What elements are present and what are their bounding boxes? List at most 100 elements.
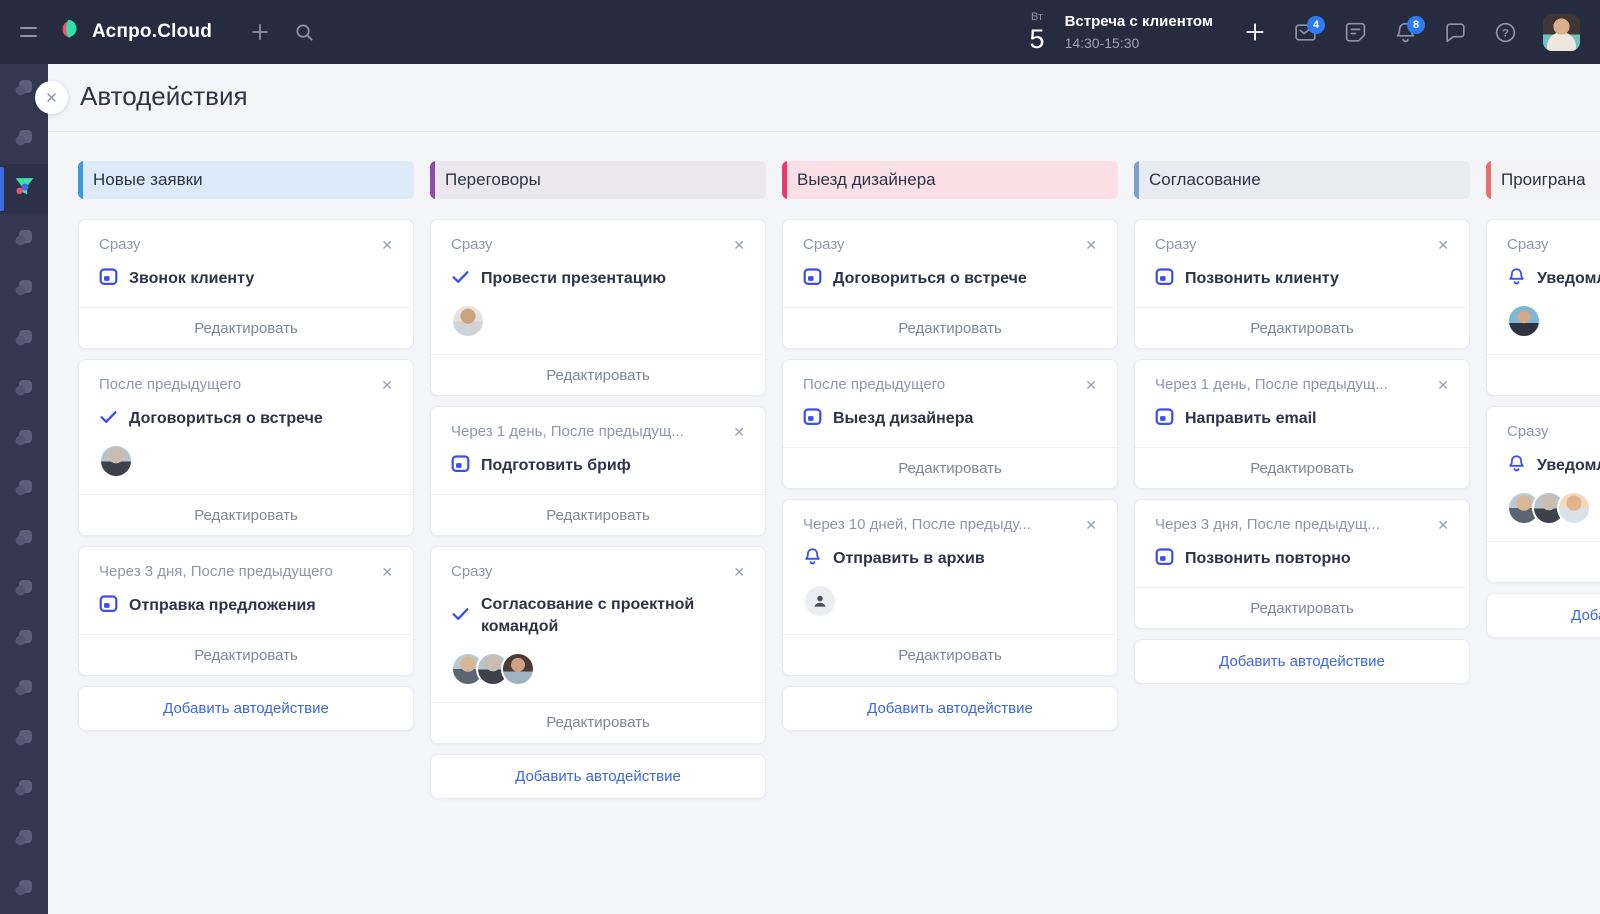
column-header[interactable]: Переговоры xyxy=(430,161,766,199)
brand-name: Аспро.Cloud xyxy=(92,21,212,43)
card-action-text: Звонок клиенту xyxy=(129,268,254,290)
dashboard-icon xyxy=(12,75,36,104)
edit-button[interactable]: Редактировать xyxy=(783,447,1117,488)
edit-button[interactable]: Редактировать xyxy=(1487,541,1600,582)
card-body: Через 3 дня, После предыдущего✕Отправка … xyxy=(79,547,413,634)
card-action-text: Позвонить клиенту xyxy=(1185,268,1339,290)
calendar-weekday: Вт xyxy=(1030,12,1045,23)
chat-icon[interactable] xyxy=(1433,10,1477,54)
card-body: Через 10 дней, После предыду...✕Отправит… xyxy=(783,500,1117,634)
projects-icon xyxy=(12,125,36,154)
column-title: Согласование xyxy=(1149,170,1261,190)
card-close-icon[interactable]: ✕ xyxy=(1077,376,1097,394)
card-close-icon[interactable]: ✕ xyxy=(725,563,745,581)
sidebar-item-links[interactable] xyxy=(0,314,48,364)
mail-icon[interactable]: 4 xyxy=(1283,10,1327,54)
sidebar-item-switches[interactable] xyxy=(0,564,48,614)
sidebar-item-documents[interactable] xyxy=(0,614,48,664)
autoaction-card: Через 3 дня, После предыдущего✕Отправка … xyxy=(78,546,414,676)
upcoming-event[interactable]: Встреча с клиентом 14:30-15:30 xyxy=(1065,13,1213,51)
card-assignees xyxy=(1507,491,1600,525)
edit-button[interactable]: Редактировать xyxy=(79,494,413,535)
sidebar-item-inbox[interactable] xyxy=(0,714,48,764)
add-autoaction-button[interactable]: Добавить автодействие xyxy=(782,686,1118,731)
edit-button[interactable]: Редактировать xyxy=(79,307,413,348)
menu-icon[interactable] xyxy=(0,27,56,37)
bell-icon[interactable]: 8 xyxy=(1383,10,1427,54)
sidebar-item-crm-funnel[interactable] xyxy=(0,164,48,214)
sidebar-item-tags[interactable] xyxy=(0,364,48,414)
card-close-icon[interactable]: ✕ xyxy=(373,376,393,394)
notes-icon[interactable] xyxy=(1333,10,1377,54)
card-close-icon[interactable]: ✕ xyxy=(1429,376,1449,394)
documents-icon xyxy=(12,625,36,654)
add-autoaction-button[interactable]: Добавить автодействие xyxy=(1486,593,1600,638)
sidebar-item-contacts[interactable] xyxy=(0,264,48,314)
person-icon xyxy=(12,675,36,704)
edit-button[interactable]: Редактировать xyxy=(431,494,765,535)
card-action-text: Договориться о встрече xyxy=(833,268,1027,290)
column-title: Переговоры xyxy=(445,170,541,190)
search-icon[interactable] xyxy=(282,10,326,54)
sidebar-item-share[interactable] xyxy=(0,514,48,564)
column-header[interactable]: Выезд дизайнера xyxy=(782,161,1118,199)
autoaction-card: Сразу✕Уведомление командеРедактировать xyxy=(1486,406,1600,583)
column-cards: Сразу✕Договориться о встречеРедактироват… xyxy=(782,219,1118,731)
add-autoaction-button[interactable]: Добавить автодействие xyxy=(430,754,766,799)
sidebar-item-projects[interactable] xyxy=(0,114,48,164)
bell-icon xyxy=(1507,454,1526,478)
calendar-icon xyxy=(803,407,822,431)
add-event-plus-icon[interactable] xyxy=(1233,10,1277,54)
card-close-icon[interactable]: ✕ xyxy=(725,236,745,254)
help-icon[interactable]: ? xyxy=(1483,10,1527,54)
assignee-avatar[interactable] xyxy=(451,304,485,338)
close-icon[interactable]: ✕ xyxy=(35,81,68,114)
assignee-avatar[interactable] xyxy=(1507,304,1541,338)
brand-logo[interactable]: Аспро.Cloud xyxy=(56,16,212,48)
column-header[interactable]: Согласование xyxy=(1134,161,1470,199)
card-close-icon[interactable]: ✕ xyxy=(1077,516,1097,534)
card-body: После предыдущего✕Договориться о встрече xyxy=(79,360,413,494)
edit-button[interactable]: Редактировать xyxy=(1135,307,1469,348)
add-autoaction-button[interactable]: Добавить автодействие xyxy=(78,686,414,731)
column-header[interactable]: Новые заявки xyxy=(78,161,414,199)
unassigned-avatar[interactable] xyxy=(803,584,837,618)
sidebar-item-team[interactable] xyxy=(0,414,48,464)
assignee-avatar[interactable] xyxy=(1557,491,1591,525)
edit-button[interactable]: Редактировать xyxy=(1135,587,1469,628)
switches-icon xyxy=(12,575,36,604)
user-avatar[interactable] xyxy=(1543,14,1580,51)
card-close-icon[interactable]: ✕ xyxy=(373,563,393,581)
timer-icon xyxy=(12,775,36,804)
card-action-text: Согласование с проектной командой xyxy=(481,594,745,639)
calendar-icon xyxy=(451,454,470,478)
column-header[interactable]: Проиграна xyxy=(1486,161,1600,199)
assignee-avatar[interactable] xyxy=(99,444,133,478)
card-body: Сразу✕Звонок клиенту xyxy=(79,220,413,307)
edit-button[interactable]: Редактировать xyxy=(431,354,765,395)
edit-button[interactable]: Редактировать xyxy=(79,634,413,675)
edit-button[interactable]: Редактировать xyxy=(431,702,765,743)
sidebar-item-messenger[interactable] xyxy=(0,214,48,264)
sidebar-item-docs[interactable] xyxy=(0,464,48,514)
calendar-icon xyxy=(99,267,118,291)
card-close-icon[interactable]: ✕ xyxy=(1429,236,1449,254)
edit-button[interactable]: Редактировать xyxy=(783,307,1117,348)
sidebar-item-education[interactable] xyxy=(0,814,48,864)
card-close-icon[interactable]: ✕ xyxy=(1077,236,1097,254)
create-plus-icon[interactable] xyxy=(238,10,282,54)
sidebar-item-person[interactable] xyxy=(0,664,48,714)
card-close-icon[interactable]: ✕ xyxy=(373,236,393,254)
card-trigger-label: Сразу xyxy=(1155,236,1429,253)
edit-button[interactable]: Редактировать xyxy=(1135,447,1469,488)
card-close-icon[interactable]: ✕ xyxy=(725,423,745,441)
card-body: Сразу✕ Позвонить клиенту xyxy=(1135,220,1469,307)
assignee-avatar[interactable] xyxy=(501,652,535,686)
add-autoaction-button[interactable]: Добавить автодействие xyxy=(1134,639,1470,684)
calendar-date[interactable]: Вт 5 xyxy=(1030,12,1045,53)
card-close-icon[interactable]: ✕ xyxy=(1429,516,1449,534)
edit-button[interactable]: Редактировать xyxy=(1487,354,1600,395)
sidebar-item-globe[interactable] xyxy=(0,864,48,914)
edit-button[interactable]: Редактировать xyxy=(783,634,1117,675)
sidebar-item-timer[interactable] xyxy=(0,764,48,814)
